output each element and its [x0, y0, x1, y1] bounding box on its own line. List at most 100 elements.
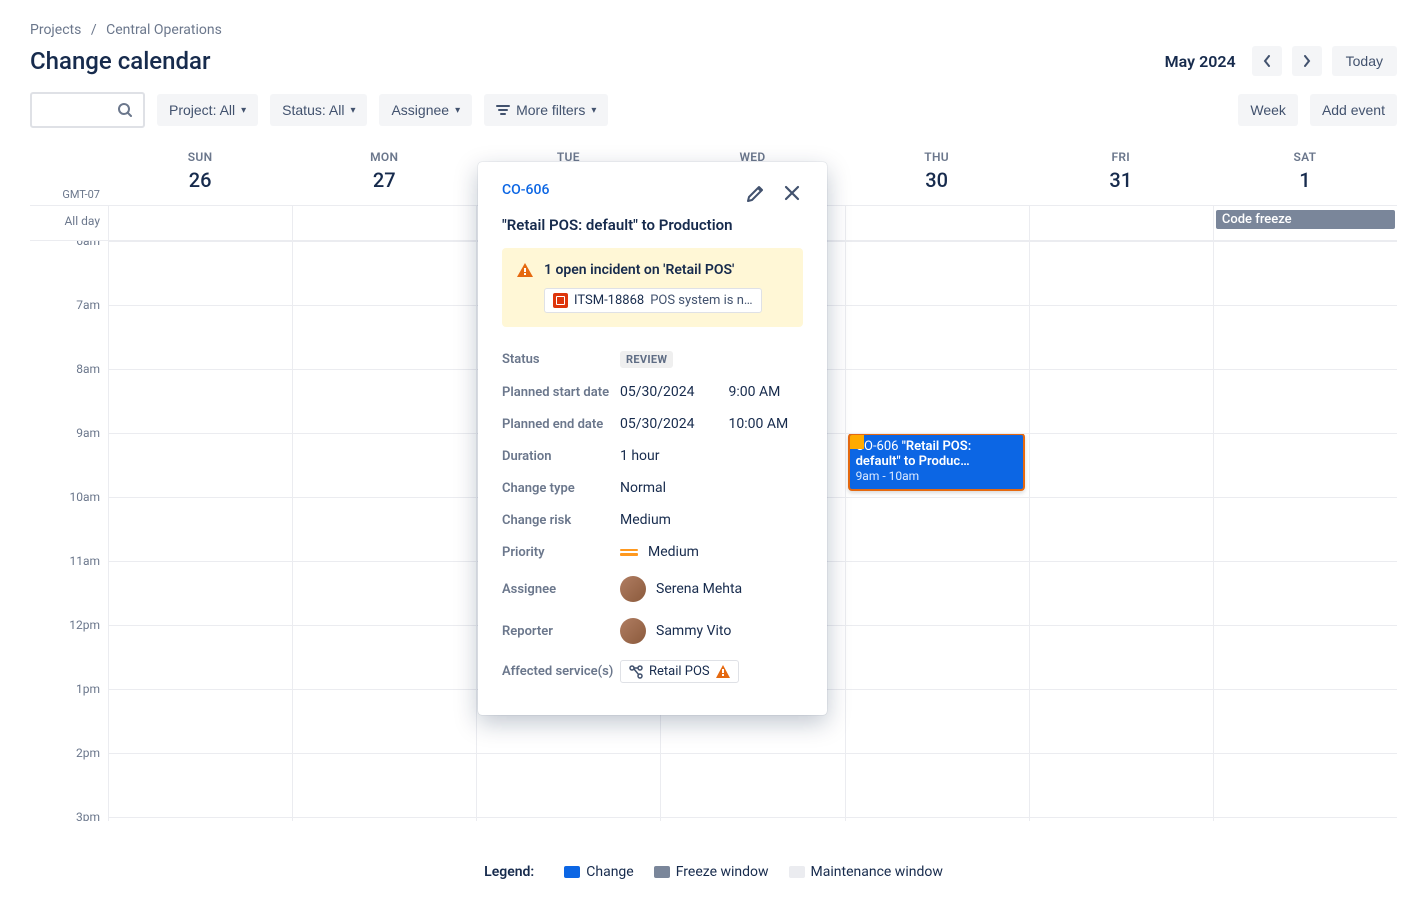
time-10am: 10am	[69, 490, 100, 504]
legend-freeze: Freeze window	[654, 864, 769, 880]
dow-fri: FRI	[1029, 150, 1213, 164]
end-date-label: Planned end date	[502, 417, 620, 432]
legend-maintenance: Maintenance window	[789, 864, 943, 880]
col-thu[interactable]: CO-606 "Retail POS: default" to Produc… …	[845, 241, 1029, 821]
chevron-left-icon	[1263, 55, 1271, 67]
time-9am: 9am	[76, 426, 100, 440]
warning-icon	[516, 262, 534, 278]
all-day-label: All day	[30, 206, 108, 240]
current-month: May 2024	[1165, 52, 1236, 71]
date-27: 27	[292, 168, 476, 192]
status-label: Status	[502, 352, 620, 367]
chevron-down-icon: ▾	[241, 105, 246, 116]
reporter-label: Reporter	[502, 624, 620, 639]
allday-fri[interactable]	[1029, 206, 1213, 240]
priority-value: Medium	[648, 544, 699, 560]
end-date-value: 05/30/2024	[620, 416, 695, 432]
legend-title: Legend:	[484, 864, 534, 880]
date-30: 30	[845, 168, 1029, 192]
legend-change: Change	[564, 864, 633, 880]
service-icon	[629, 665, 643, 679]
allday-sun[interactable]	[108, 206, 292, 240]
warning-corner	[850, 435, 864, 449]
service-name: Retail POS	[649, 664, 710, 679]
breadcrumb-current[interactable]: Central Operations	[106, 22, 222, 38]
allday-mon[interactable]	[292, 206, 476, 240]
dow-sun: SUN	[108, 150, 292, 164]
start-time-value: 9:00 AM	[729, 384, 781, 400]
time-8am: 8am	[76, 362, 100, 376]
col-mon[interactable]	[292, 241, 476, 821]
incident-link[interactable]: ITSM-18868 POS system is n…	[544, 288, 762, 313]
change-risk-value: Medium	[620, 512, 671, 528]
assignee-avatar	[620, 576, 646, 602]
status-badge: REVIEW	[620, 351, 673, 368]
incident-banner: 1 open incident on 'Retail POS' ITSM-188…	[502, 248, 803, 327]
add-event-button[interactable]: Add event	[1310, 94, 1397, 126]
more-filters[interactable]: More filters▾	[484, 94, 608, 126]
search-box[interactable]	[30, 92, 145, 128]
close-icon	[783, 184, 801, 202]
event-code-freeze[interactable]: Code freeze	[1216, 210, 1395, 229]
col-sat[interactable]	[1213, 241, 1397, 821]
popover-title: "Retail POS: default" to Production	[502, 216, 803, 234]
next-period-button[interactable]	[1292, 46, 1322, 76]
breadcrumb-projects[interactable]: Projects	[30, 22, 81, 38]
dow-sat: SAT	[1213, 150, 1397, 164]
filter-icon	[496, 104, 510, 116]
pencil-icon	[745, 184, 765, 204]
search-input[interactable]	[47, 102, 117, 118]
affected-services-label: Affected service(s)	[502, 664, 620, 679]
time-2pm: 2pm	[76, 746, 100, 760]
time-11am: 11am	[69, 554, 100, 568]
incident-summary: POS system is n…	[650, 293, 752, 308]
assignee-label: Assignee	[502, 582, 620, 597]
chevron-right-icon	[1303, 55, 1311, 67]
time-6am: 6am	[76, 241, 100, 248]
chevron-down-icon: ▾	[591, 105, 596, 116]
page-title: Change calendar	[30, 47, 210, 75]
filter-project[interactable]: Project: All▾	[157, 94, 258, 126]
assignee-value: Serena Mehta	[656, 581, 742, 597]
time-1pm: 1pm	[76, 682, 100, 696]
filter-assignee[interactable]: Assignee▾	[379, 94, 472, 126]
end-time-value: 10:00 AM	[729, 416, 789, 432]
service-chip[interactable]: Retail POS	[620, 660, 739, 683]
incident-type-icon	[553, 293, 568, 308]
event-time: 9am - 10am	[856, 469, 920, 483]
event-co-606[interactable]: CO-606 "Retail POS: default" to Produc… …	[848, 433, 1025, 491]
filter-status[interactable]: Status: All▾	[270, 94, 367, 126]
dow-mon: MON	[292, 150, 476, 164]
prev-period-button[interactable]	[1252, 46, 1282, 76]
col-fri[interactable]	[1029, 241, 1213, 821]
incident-heading: 1 open incident on 'Retail POS'	[544, 262, 734, 278]
chevron-down-icon: ▾	[350, 105, 355, 116]
breadcrumb: Projects / Central Operations	[0, 0, 1427, 46]
chevron-down-icon: ▾	[455, 105, 460, 116]
reporter-avatar	[620, 618, 646, 644]
time-12pm: 12pm	[69, 618, 100, 632]
change-risk-label: Change risk	[502, 513, 620, 528]
time-7am: 7am	[76, 298, 100, 312]
week-view-button[interactable]: Week	[1238, 94, 1298, 126]
date-1: 1	[1213, 168, 1397, 192]
date-navigation: May 2024 Today	[1165, 46, 1397, 76]
breadcrumb-separator: /	[91, 22, 97, 38]
allday-thu[interactable]	[845, 206, 1029, 240]
priority-medium-icon	[620, 549, 638, 556]
date-26: 26	[108, 168, 292, 192]
incident-key: ITSM-18868	[574, 293, 644, 308]
close-button[interactable]	[781, 182, 803, 206]
search-icon	[117, 102, 133, 118]
duration-value: 1 hour	[620, 448, 660, 464]
warning-icon	[716, 665, 730, 678]
edit-button[interactable]	[743, 182, 767, 206]
popover-issue-key[interactable]: CO-606	[502, 182, 549, 198]
reporter-value: Sammy Vito	[656, 623, 731, 639]
event-detail-popover: CO-606 "Retail POS: default" to Producti…	[478, 162, 827, 715]
legend: Legend: Change Freeze window Maintenance…	[0, 864, 1427, 880]
today-button[interactable]: Today	[1332, 46, 1397, 76]
col-sun[interactable]	[108, 241, 292, 821]
priority-label: Priority	[502, 545, 620, 560]
allday-sat[interactable]: Code freeze	[1213, 206, 1397, 240]
